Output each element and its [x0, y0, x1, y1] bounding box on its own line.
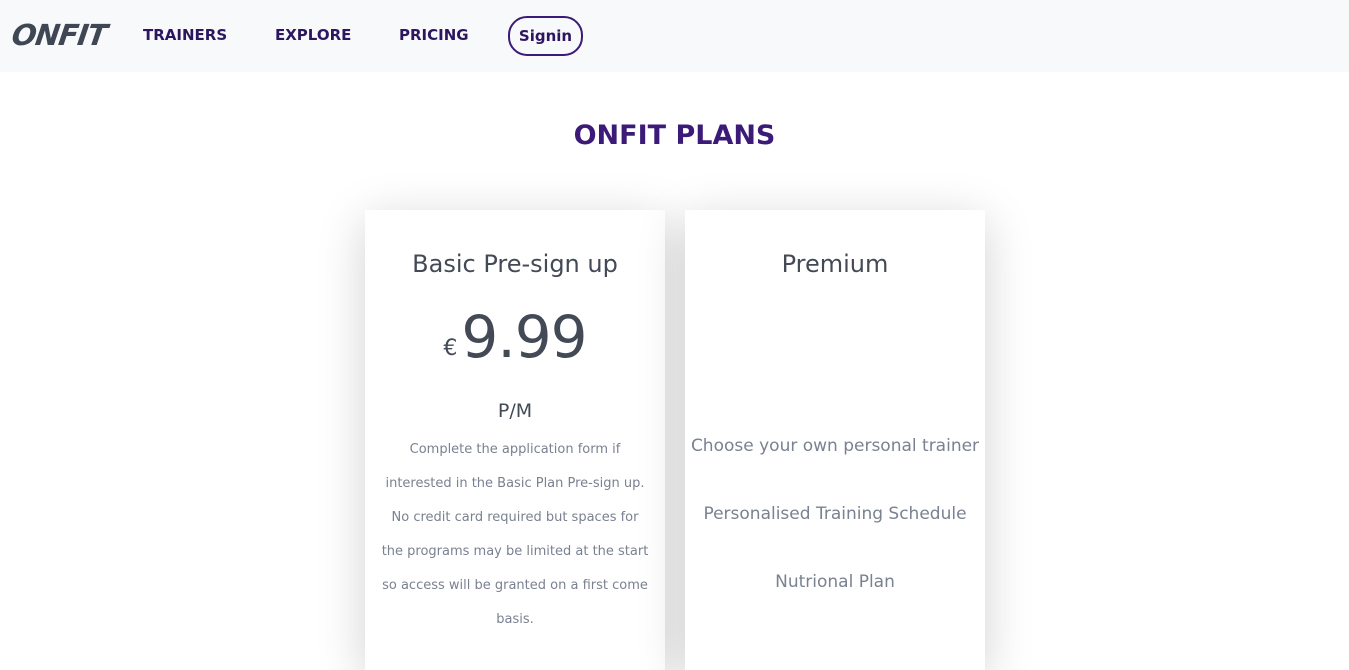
price-period: P/M [497, 400, 533, 422]
price-amount: 9.99 [461, 303, 587, 371]
plan-card-basic: Basic Pre-sign up €9.99 P/M Complete the… [365, 210, 665, 670]
plan-feature: Personalised Training Schedule [703, 504, 967, 524]
plan-price: €9.99 [365, 303, 665, 371]
signin-button[interactable]: Signin [508, 16, 583, 56]
currency-symbol: € [443, 336, 458, 361]
onfit-logo[interactable]: ONFIT [10, 18, 109, 52]
navbar: ONFIT TRAINERS EXPLORE PRICING Signin [0, 0, 1349, 72]
plan-card-premium: Premium Choose your own personal trainer… [685, 210, 985, 670]
nav-link-pricing[interactable]: PRICING [399, 26, 469, 44]
page-title: ONFIT PLANS [573, 120, 776, 151]
nav-link-trainers[interactable]: TRAINERS [143, 26, 227, 44]
plan-feature: Choose your own personal trainer [690, 436, 980, 456]
plan-description: Complete the application form if interes… [381, 442, 649, 627]
nav-link-explore[interactable]: EXPLORE [275, 26, 351, 44]
plan-feature: Nutrional Plan [775, 572, 895, 592]
plan-title: Basic Pre-sign up [412, 250, 618, 278]
plan-title: Premium [781, 250, 889, 278]
